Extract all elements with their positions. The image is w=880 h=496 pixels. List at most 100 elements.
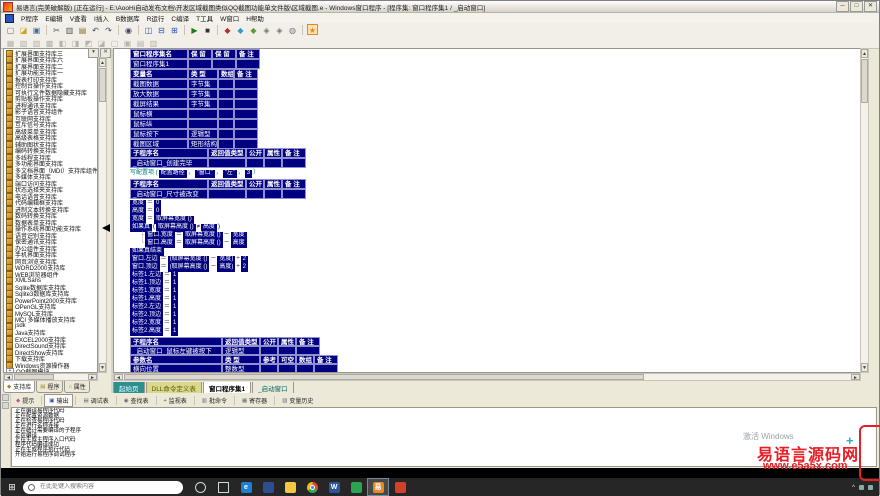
- scroll-up-icon[interactable]: ▲: [99, 58, 106, 67]
- code-line[interactable]: 写配置项 (配置路径，“窗口”，“左”，3）: [130, 170, 260, 178]
- taskbar-search[interactable]: [23, 481, 183, 494]
- search-input[interactable]: [38, 483, 162, 491]
- outdent-icon[interactable]: ▥: [148, 37, 159, 48]
- stop-icon[interactable]: ■: [202, 24, 213, 35]
- start-button[interactable]: ⊞: [1, 478, 23, 496]
- table-row[interactable]: _启动窗口_创建完毕: [130, 158, 306, 168]
- code-editor-content[interactable]: 窗口程序集名保 留保 留备 注窗口程序集1 变量名类 型数组备 注截图数据字节集…: [113, 48, 861, 373]
- compile-icon[interactable]: ◆: [222, 24, 233, 35]
- code-line[interactable]: 窗口.左边＝(取屏幕宽度 ()－宽度)÷2: [130, 256, 249, 264]
- menu-item-R[interactable]: R运行: [147, 13, 165, 23]
- insert-window-icon[interactable]: ▨: [31, 37, 42, 48]
- package-icon[interactable]: ◆: [248, 24, 259, 35]
- output-tab-查找表[interactable]: ◉查找表: [119, 394, 154, 407]
- insert-resource-icon[interactable]: ◨: [70, 37, 81, 48]
- insert-module-icon[interactable]: ▩: [44, 37, 55, 48]
- red-app-icon[interactable]: [389, 478, 411, 496]
- gutter-button[interactable]: [2, 394, 9, 401]
- scroll-right-icon[interactable]: ►: [88, 374, 97, 380]
- comment-icon[interactable]: ▢: [109, 37, 120, 48]
- assistant-icon[interactable]: ★: [307, 24, 318, 35]
- scroll-thumb[interactable]: [99, 68, 106, 102]
- maximize-button[interactable]: □: [850, 1, 863, 12]
- menu-item-W[interactable]: W窗口: [220, 13, 239, 23]
- sidebar-tab-程序[interactable]: ▤程序: [36, 381, 63, 393]
- menu-item-E[interactable]: E编辑: [45, 13, 62, 23]
- table-row[interactable]: 横向位置整数型: [130, 364, 338, 373]
- code-line[interactable]: 高度＝0: [130, 208, 249, 216]
- code-line[interactable]: 如果真结束: [130, 248, 249, 256]
- tray-icon[interactable]: [868, 485, 873, 490]
- sidebar-vertical-scrollbar[interactable]: ▲ ▼: [98, 57, 107, 373]
- scroll-left-icon[interactable]: ◄: [114, 374, 123, 380]
- app-icon-blue[interactable]: [257, 478, 279, 496]
- insert-dll-icon[interactable]: ◧: [57, 37, 68, 48]
- insert-variable-icon[interactable]: ▧: [18, 37, 29, 48]
- insert-struct-icon[interactable]: ◪: [96, 37, 107, 48]
- menu-item-V[interactable]: V查看: [70, 13, 87, 23]
- debug-step-icon[interactable]: ◈: [261, 24, 272, 35]
- code-line[interactable]: 窗口.顶边＝(取屏幕高度 ()－高度)÷2: [130, 264, 249, 272]
- word-icon[interactable]: W: [323, 478, 345, 496]
- code-line[interactable]: 标签2.左边＝1: [130, 304, 249, 312]
- elang-icon[interactable]: 易: [367, 478, 389, 496]
- debug-into-icon[interactable]: ◈: [274, 24, 285, 35]
- menu-item-B[interactable]: B数据库: [116, 13, 140, 23]
- sidebar-horizontal-scrollbar[interactable]: ◄ ►: [3, 373, 98, 381]
- output-tab-批命令[interactable]: ▥批命令: [197, 394, 232, 407]
- task-view-icon[interactable]: [218, 482, 229, 493]
- code-line[interactable]: 标签1.宽度＝1: [130, 288, 249, 296]
- table-row[interactable]: _启动窗口_鼠标左键被按下逻辑型: [130, 346, 320, 355]
- scroll-down-icon[interactable]: ▼: [861, 363, 868, 372]
- menu-item-T[interactable]: T工具: [196, 13, 213, 23]
- scroll-thumb[interactable]: [124, 374, 644, 380]
- redo-icon[interactable]: ↷: [103, 24, 114, 35]
- output-tab-寄存器[interactable]: ▦寄存器: [237, 394, 272, 407]
- code-line[interactable]: 标签2.高度＝1: [130, 328, 249, 336]
- breakpoint-icon[interactable]: ◍: [287, 24, 298, 35]
- insert-constant-icon[interactable]: ◩: [83, 37, 94, 48]
- table-row[interactable]: 截图数据字节集: [130, 79, 258, 89]
- scroll-thumb[interactable]: [861, 59, 868, 103]
- sidebar-tab-属性[interactable]: ⌂属性: [64, 381, 89, 393]
- run-icon[interactable]: ▶: [189, 24, 200, 35]
- menu-item-C[interactable]: C编译: [171, 13, 189, 23]
- editor-horizontal-scrollbar[interactable]: ◄ ►: [113, 373, 861, 381]
- sidebar-tab-支持库[interactable]: ◆支持库: [3, 381, 35, 393]
- table-row[interactable]: 鼠标按下逻辑型: [130, 129, 258, 139]
- code-line[interactable]: 标签2.宽度＝1: [130, 320, 249, 328]
- scroll-left-icon[interactable]: ◄: [4, 374, 13, 380]
- output-tab-调试表[interactable]: ▤调试表: [78, 394, 113, 407]
- output-tab-监视表[interactable]: +监视表: [159, 394, 192, 407]
- menu-item-I[interactable]: I插入: [94, 13, 109, 23]
- minimize-button[interactable]: ─: [836, 1, 849, 12]
- static-compile-icon[interactable]: ◆: [235, 24, 246, 35]
- find-icon[interactable]: ◉: [123, 24, 134, 35]
- gutter-button[interactable]: [2, 402, 9, 409]
- layout-two-icon[interactable]: ⊟: [156, 24, 167, 35]
- save-icon[interactable]: ▣: [31, 24, 42, 35]
- layout-three-icon[interactable]: ⊞: [169, 24, 180, 35]
- table-row[interactable]: _启动窗口_尺寸被改变: [130, 189, 306, 199]
- tray-caret-icon[interactable]: ^: [852, 484, 855, 491]
- menu-item-P[interactable]: P程序: [21, 13, 38, 23]
- undo-icon[interactable]: ↶: [90, 24, 101, 35]
- output-tab-输出[interactable]: ▣输出: [44, 394, 73, 407]
- code-line[interactable]: 宽度＝0: [130, 200, 249, 208]
- table-row[interactable]: 截屏结果字节集: [130, 99, 258, 109]
- table-row[interactable]: 鼠标横: [130, 109, 258, 119]
- code-line[interactable]: ├窗口.宽度＝取屏幕宽度 ()－宽度: [130, 232, 249, 240]
- insert-subroutine-icon[interactable]: ▦: [5, 37, 16, 48]
- layout-one-icon[interactable]: ◫: [143, 24, 154, 35]
- close-button[interactable]: ✕: [864, 1, 877, 12]
- code-line[interactable]: 标签1.左边＝1: [130, 272, 249, 280]
- cut-icon[interactable]: ✂: [51, 24, 62, 35]
- scroll-up-icon[interactable]: ▲: [861, 49, 868, 58]
- bookmark-icon[interactable]: ▣: [122, 37, 133, 48]
- editor-vertical-scrollbar[interactable]: ▲ ▼: [860, 48, 869, 373]
- indent-icon[interactable]: ▤: [135, 37, 146, 48]
- tray-icon[interactable]: [859, 485, 864, 490]
- menu-item-H[interactable]: H帮助: [246, 13, 264, 23]
- code-line[interactable]: 标签1.顶边＝1: [130, 280, 249, 288]
- table-row[interactable]: 放大数据字节集: [130, 89, 258, 99]
